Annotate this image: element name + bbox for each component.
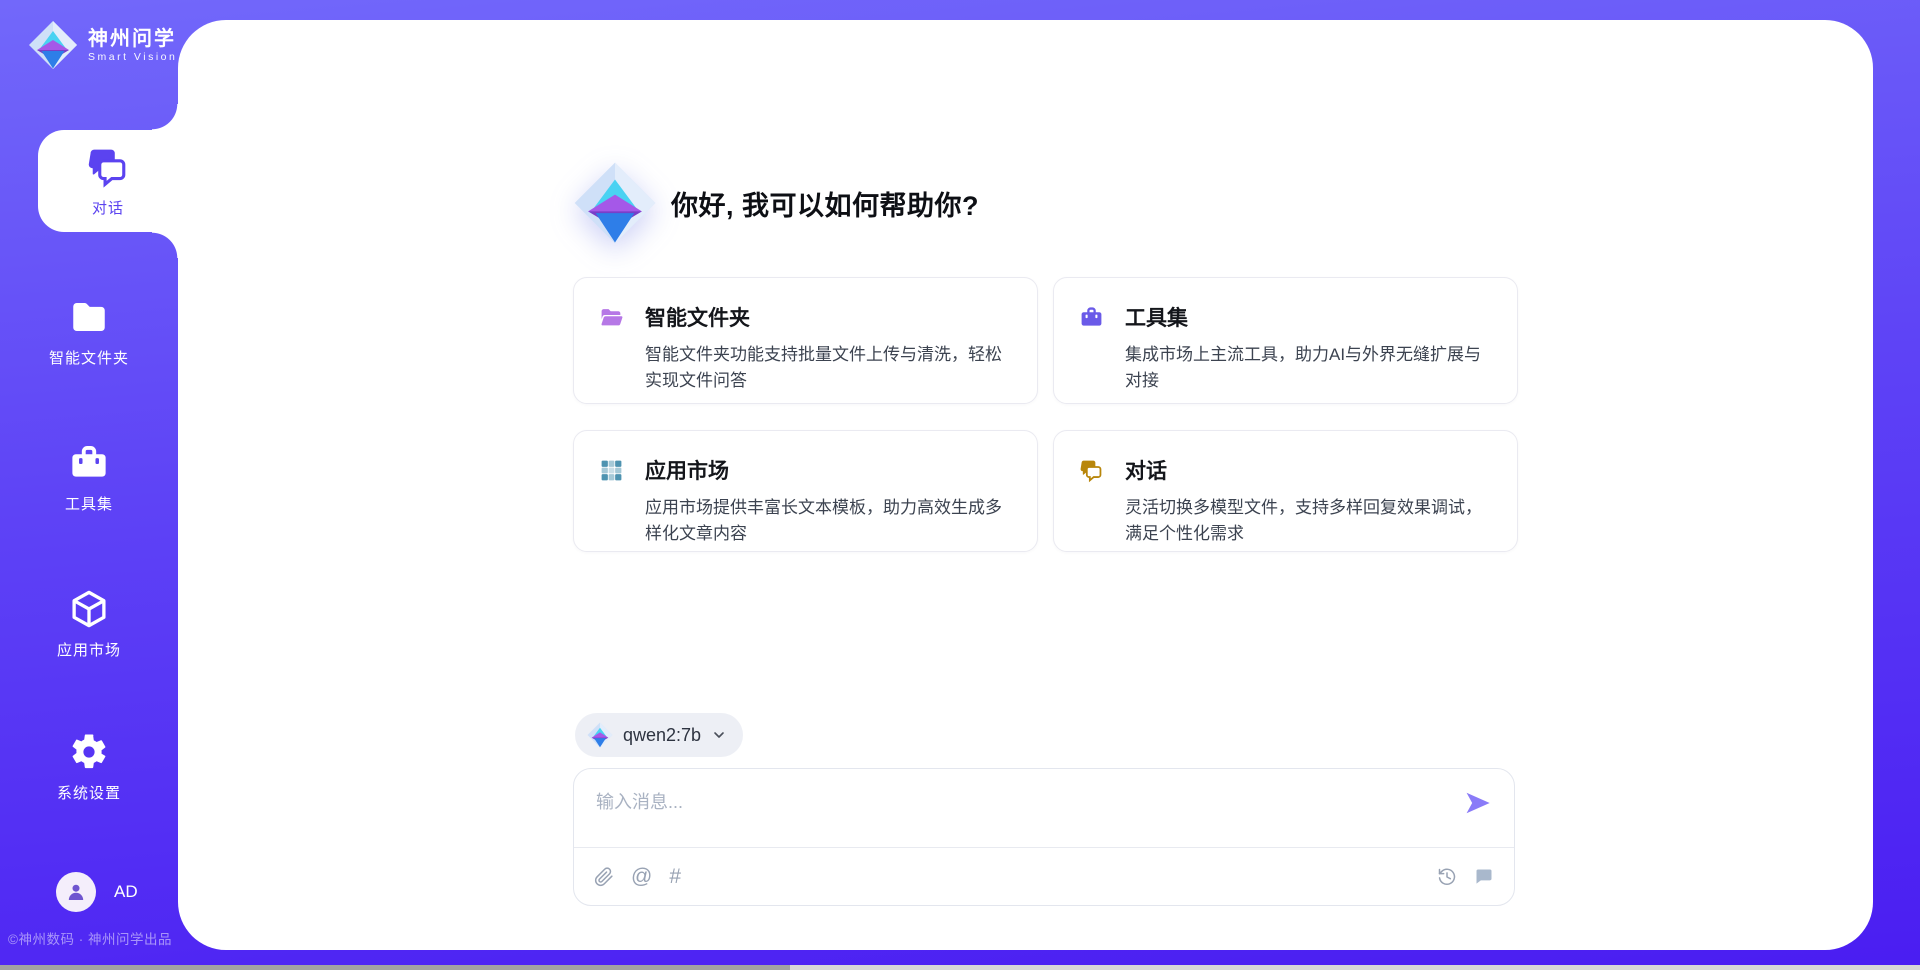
sidebar-item-label: 对话: [92, 197, 124, 218]
card-title: 应用市场: [645, 455, 729, 485]
card-title: 智能文件夹: [645, 302, 750, 332]
message-composer: @ #: [573, 768, 1515, 906]
send-button[interactable]: [1464, 789, 1492, 817]
card-title: 对话: [1125, 455, 1167, 485]
conversation-button[interactable]: [1474, 867, 1494, 887]
card-smart-folder[interactable]: 智能文件夹 智能文件夹功能支持批量文件上传与清洗，轻松实现文件问答: [573, 277, 1038, 404]
composer-tools-right: [1437, 867, 1494, 887]
card-title: 工具集: [1125, 302, 1188, 332]
brand-subtitle: Smart Vision: [88, 51, 177, 63]
attach-file-button[interactable]: [594, 867, 614, 887]
message-input[interactable]: [574, 769, 1514, 847]
tab-curve-top: [152, 104, 178, 130]
brand-logo-diamond-icon: [28, 20, 78, 70]
mention-button[interactable]: @: [631, 866, 652, 887]
brand-name: 神州问学: [88, 28, 177, 51]
user-profile[interactable]: AD: [56, 872, 138, 912]
horizontal-scrollbar-thumb[interactable]: [0, 965, 790, 970]
sidebar-item-label: 系统设置: [57, 782, 121, 803]
card-chat[interactable]: 对话 灵活切换多模型文件，支持多样回复效果调试，满足个性化需求: [1053, 430, 1518, 552]
briefcase-icon: [68, 442, 110, 484]
main-panel: 你好, 我可以如何帮助你? 智能文件夹 智能文件夹功能支持批量文件上传与清洗，轻…: [178, 20, 1873, 950]
history-button[interactable]: [1437, 867, 1457, 887]
hashtag-button[interactable]: #: [669, 866, 681, 887]
chat-bubble-icon: [1474, 867, 1494, 887]
sidebar-item-chat[interactable]: 对话: [38, 130, 178, 232]
model-name: qwen2:7b: [623, 725, 701, 746]
sidebar-item-settings[interactable]: 系统设置: [0, 731, 178, 803]
greeting: 你好, 我可以如何帮助你?: [573, 159, 979, 247]
greeting-title: 你好, 我可以如何帮助你?: [671, 184, 979, 223]
tab-curve-bottom: [152, 232, 178, 258]
card-description: 智能文件夹功能支持批量文件上传与清洗，轻松实现文件问答: [645, 342, 1007, 393]
grid-icon: [599, 458, 624, 483]
folder-open-icon: [599, 305, 624, 330]
composer-toolbar: @ #: [574, 847, 1514, 905]
gear-icon: [68, 731, 110, 773]
composer-tools-left: @ #: [594, 866, 681, 887]
sidebar-item-smart-folder[interactable]: 智能文件夹: [0, 296, 178, 368]
brand: 神州问学 Smart Vision: [28, 20, 177, 70]
model-logo-diamond-icon: [587, 722, 613, 748]
card-description: 应用市场提供丰富长文本模板，助力高效生成多样化文章内容: [645, 495, 1007, 546]
cube-icon: [68, 588, 110, 630]
card-app-market[interactable]: 应用市场 应用市场提供丰富长文本模板，助力高效生成多样化文章内容: [573, 430, 1038, 552]
folder-icon: [68, 296, 110, 338]
sidebar: 神州问学 Smart Vision 对话 智能文件夹 工具集: [0, 0, 178, 970]
chat-bubbles-icon: [1079, 458, 1104, 483]
at-icon: @: [631, 866, 652, 887]
card-description: 灵活切换多模型文件，支持多样回复效果调试，满足个性化需求: [1125, 495, 1487, 546]
history-clock-icon: [1437, 867, 1457, 887]
user-initials: AD: [114, 882, 138, 902]
card-toolset[interactable]: 工具集 集成市场上主流工具，助力AI与外界无缝扩展与对接: [1053, 277, 1518, 404]
hash-icon: #: [669, 866, 681, 887]
paperclip-icon: [594, 867, 614, 887]
sidebar-item-toolset[interactable]: 工具集: [0, 442, 178, 514]
sidebar-item-label: 智能文件夹: [49, 347, 129, 368]
model-selector[interactable]: qwen2:7b: [575, 713, 743, 757]
avatar: [56, 872, 96, 912]
send-arrow-icon: [1464, 789, 1492, 817]
sidebar-item-label: 工具集: [65, 493, 113, 514]
person-icon: [64, 880, 88, 904]
card-description: 集成市场上主流工具，助力AI与外界无缝扩展与对接: [1125, 342, 1487, 393]
chat-bubbles-icon: [86, 145, 130, 189]
feature-cards: 智能文件夹 智能文件夹功能支持批量文件上传与清洗，轻松实现文件问答 工具集 集成…: [573, 277, 1518, 552]
copyright-text: ©神州数码 · 神州问学出品: [8, 928, 172, 948]
briefcase-icon: [1079, 305, 1104, 330]
sidebar-item-app-market[interactable]: 应用市场: [0, 588, 178, 660]
sidebar-item-label: 应用市场: [57, 639, 121, 660]
chevron-down-icon: [711, 727, 727, 743]
app-logo-diamond-icon: [573, 159, 657, 247]
horizontal-scrollbar: [0, 965, 1920, 970]
